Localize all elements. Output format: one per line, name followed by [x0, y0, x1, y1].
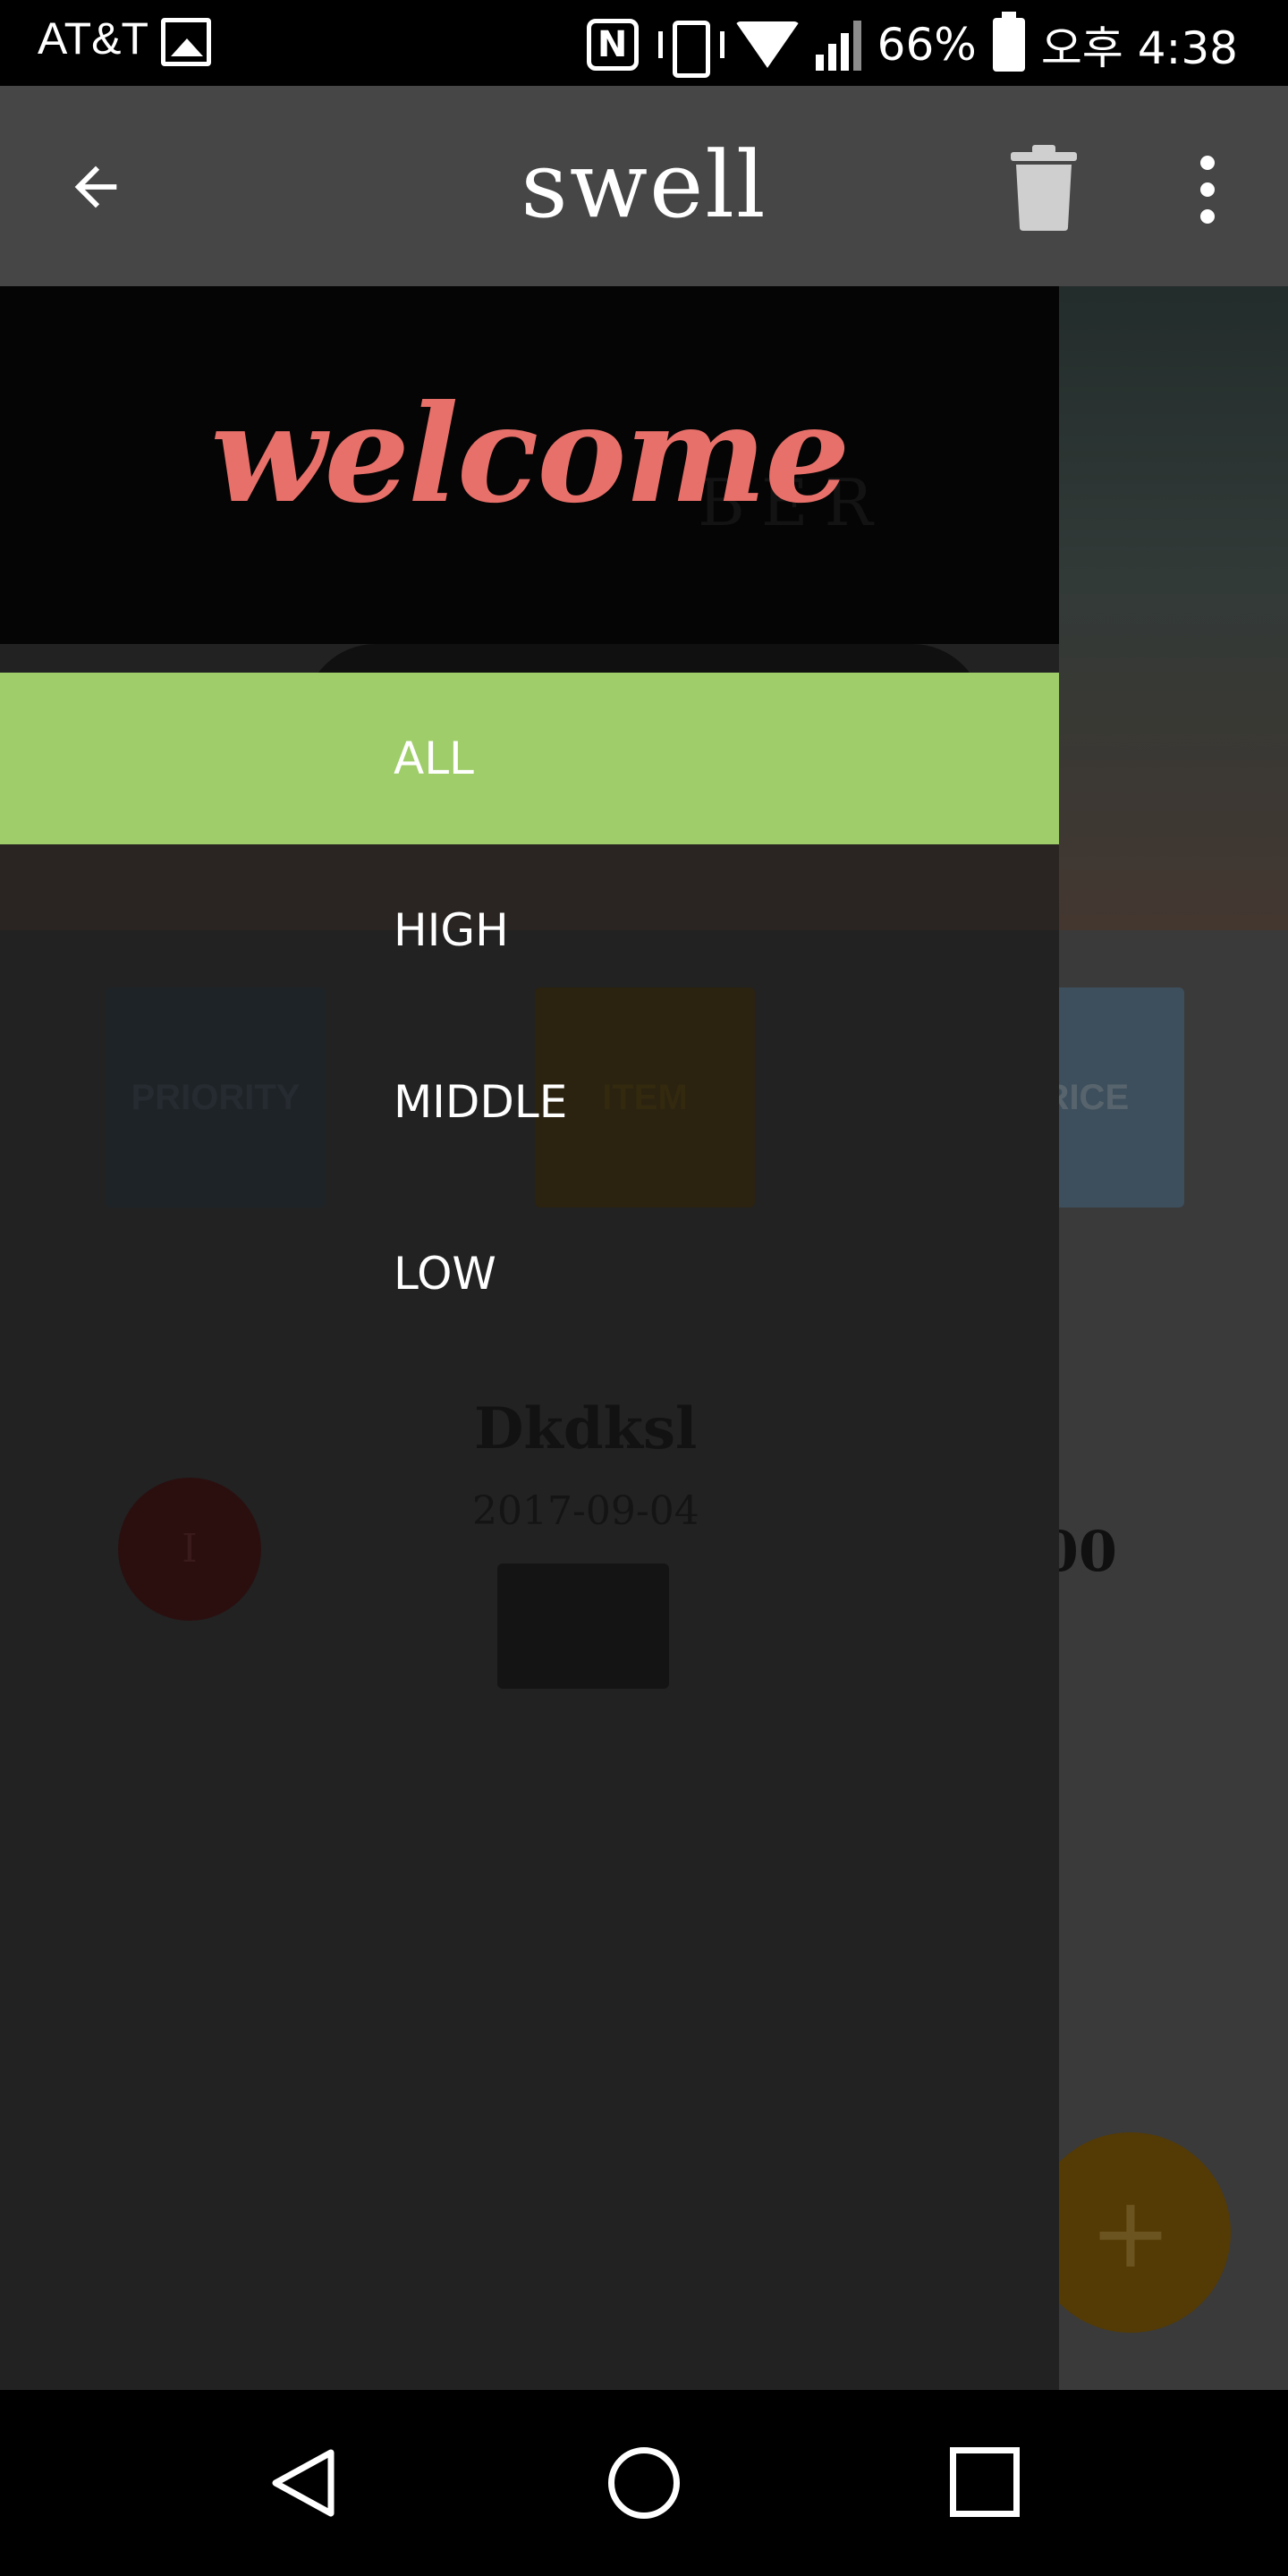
menu-item-all[interactable]: ALL — [0, 673, 1059, 844]
menu-item-label: HIGH — [394, 904, 509, 956]
gallery-icon — [161, 18, 211, 66]
trash-icon[interactable] — [1011, 145, 1077, 231]
nav-back-icon[interactable] — [268, 2447, 340, 2519]
menu-item-label: ALL — [394, 733, 474, 784]
menu-item-label: MIDDLE — [394, 1076, 568, 1128]
nav-recents-icon[interactable] — [950, 2447, 1020, 2517]
more-vert-icon[interactable] — [1190, 154, 1225, 225]
menu-item-low[interactable]: LOW — [0, 1188, 1059, 1360]
nfc-icon: N — [586, 19, 639, 71]
nav-home-icon[interactable] — [608, 2447, 680, 2519]
status-icons: N 66% 오후 4:38 — [586, 12, 1238, 78]
status-bar: AT&T N 66% 오후 4:38 — [0, 0, 1288, 86]
menu-item-label: LOW — [394, 1248, 496, 1300]
item-title: Dkdksl — [474, 1395, 698, 1462]
item-date: 2017-09-04 — [472, 1488, 699, 1534]
battery-icon — [992, 12, 1025, 72]
welcome-heading: welcome — [210, 376, 850, 533]
menu-item-middle[interactable]: MIDDLE — [0, 1016, 1059, 1188]
clock: 오후 4:38 — [1040, 22, 1238, 74]
drawer-menu: ALL HIGH MIDDLE LOW — [0, 673, 1059, 1360]
navigation-drawer: BER welcome PRIORITY ITEM I Dkdksl 2017-… — [0, 286, 1059, 2390]
item-priority-badge: I — [118, 1478, 261, 1621]
drawer-header: BER welcome — [0, 286, 1059, 644]
app-bar: swell — [0, 86, 1288, 286]
app-title: swell — [521, 132, 767, 239]
battery-percent: 66% — [877, 19, 977, 71]
item-delete-button[interactable] — [497, 1563, 669, 1689]
carrier-label: AT&T — [38, 13, 149, 64]
menu-item-high[interactable]: HIGH — [0, 844, 1059, 1016]
system-nav-bar — [0, 2390, 1288, 2576]
wifi-icon — [734, 21, 800, 68]
vibrate-icon — [655, 19, 724, 78]
signal-icon — [815, 19, 861, 71]
